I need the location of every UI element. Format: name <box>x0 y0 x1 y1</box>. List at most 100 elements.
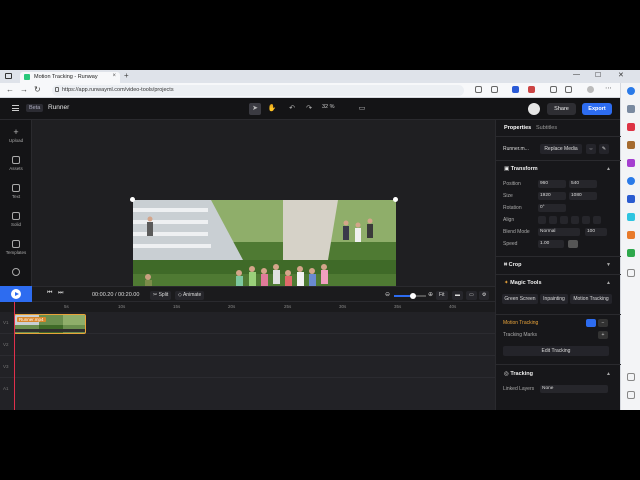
play-button[interactable] <box>0 286 32 302</box>
resize-handle-tl[interactable] <box>130 197 135 202</box>
add-tracking-mark-icon[interactable]: + <box>598 331 608 339</box>
video-clip[interactable]: Runner.mp4 <box>14 314 86 334</box>
minimize-button[interactable]: — <box>573 71 580 78</box>
shopping-icon[interactable] <box>627 123 635 131</box>
export-button[interactable]: Export <box>582 103 612 115</box>
tab-properties[interactable]: Properties <box>504 125 531 131</box>
align-middle-icon[interactable] <box>582 216 590 224</box>
back-icon[interactable]: ← <box>6 85 14 94</box>
browser-tab[interactable]: Motion Tracking - Runway × <box>20 72 120 83</box>
skip-back-icon[interactable]: ⏮ <box>47 290 52 297</box>
window-menu-icon[interactable] <box>5 73 12 79</box>
linked-layers-select[interactable]: None <box>540 385 608 393</box>
extension-icon[interactable] <box>512 86 519 93</box>
tracking-title[interactable]: ◎ Tracking <box>504 371 533 377</box>
edit-media-icon[interactable]: ✎ <box>599 144 609 154</box>
rotation-input[interactable]: 0° <box>538 204 566 212</box>
close-window-button[interactable]: ✕ <box>618 71 624 79</box>
address-bar[interactable]: https://app.runwayml.com/video-tools/pro… <box>52 85 464 96</box>
select-tool-icon[interactable]: ➤ <box>249 103 261 115</box>
blend-mode-select[interactable]: Normal <box>538 228 580 236</box>
motion-tracking-remove-icon[interactable]: − <box>598 319 608 327</box>
align-left-icon[interactable] <box>538 216 546 224</box>
track-row[interactable]: V2 <box>0 334 495 356</box>
split-button[interactable]: ✂ Split <box>150 291 172 300</box>
redo-icon[interactable]: ↷ <box>303 103 315 115</box>
position-y-input[interactable]: 540 <box>569 180 597 188</box>
magic-tools-collapse-icon[interactable]: ▲ <box>606 280 611 286</box>
extension-2-icon[interactable] <box>528 86 535 93</box>
crop-title[interactable]: ⌗ Crop <box>504 262 521 269</box>
project-name[interactable]: Runner <box>48 104 69 111</box>
crop-expand-icon[interactable]: ▼ <box>606 262 611 268</box>
rail-text[interactable]: Text <box>0 184 32 199</box>
tracking-collapse-icon[interactable]: ▲ <box>606 371 611 377</box>
games-icon[interactable] <box>627 159 635 167</box>
rail-assets[interactable]: Assets <box>0 156 32 171</box>
rail-upload[interactable]: + Upload <box>0 128 32 144</box>
tree-icon[interactable] <box>627 249 635 257</box>
align-right-icon[interactable] <box>560 216 568 224</box>
shopping-bag-icon[interactable] <box>627 231 635 239</box>
rail-templates[interactable]: Templates <box>0 240 32 255</box>
timeline-option-2-icon[interactable]: ▭ <box>466 291 477 300</box>
edit-tracking-button[interactable]: Edit Tracking <box>503 346 609 356</box>
opacity-input[interactable]: 100 <box>585 228 607 236</box>
skip-forward-icon[interactable]: ⏭ <box>58 290 63 297</box>
profile-avatar[interactable] <box>587 86 594 93</box>
menu-icon[interactable] <box>12 105 19 111</box>
tab-close-icon[interactable]: × <box>112 73 116 79</box>
transform-collapse-icon[interactable]: ▲ <box>606 166 611 172</box>
favorites-icon[interactable] <box>550 86 557 93</box>
replace-media-button[interactable]: Replace Media <box>540 144 582 154</box>
refresh-icon[interactable]: ↻ <box>34 85 41 94</box>
fit-button[interactable]: Fit <box>436 291 448 300</box>
zoom-slider-thumb[interactable] <box>410 293 416 299</box>
transform-title[interactable]: ▣ Transform <box>504 166 538 172</box>
drop-icon[interactable] <box>627 213 635 221</box>
timeline-settings-icon[interactable]: ⚙ <box>479 291 490 300</box>
account-avatar[interactable] <box>528 103 540 115</box>
undo-icon[interactable]: ↶ <box>286 103 298 115</box>
new-tab-button[interactable]: + <box>124 71 129 80</box>
magic-tools-title[interactable]: ✦ Magic Tools <box>504 280 542 286</box>
zoom-out-icon[interactable]: ⊖ <box>385 291 390 298</box>
rail-help[interactable] <box>0 268 32 276</box>
timeline-zoom-slider[interactable] <box>394 293 426 299</box>
maximize-button[interactable]: ☐ <box>595 71 601 79</box>
sidebar-settings-icon[interactable] <box>627 391 635 399</box>
forward-icon[interactable]: → <box>20 85 28 94</box>
playhead[interactable] <box>14 302 15 410</box>
speed-input[interactable]: 1.00 <box>538 240 564 248</box>
track-row[interactable]: A1 <box>0 378 495 400</box>
align-top-icon[interactable] <box>571 216 579 224</box>
rail-solid[interactable]: Solid <box>0 212 32 227</box>
align-center-icon[interactable] <box>549 216 557 224</box>
green-screen-button[interactable]: Green Screen <box>502 294 538 304</box>
motion-tracking-button[interactable]: Motion Tracking <box>570 294 612 304</box>
search-icon[interactable] <box>627 105 635 113</box>
share-button[interactable]: Share <box>547 103 576 115</box>
link-icon[interactable]: ⇔ <box>586 144 596 154</box>
timeline-ruler[interactable]: 5s 10s 15s 20s 25s 30s 35s 40s <box>0 302 495 312</box>
motion-tracking-toggle[interactable] <box>586 319 596 327</box>
aspect-ratio-icon[interactable]: ▭ <box>356 103 368 115</box>
size-width-input[interactable]: 1920 <box>538 192 566 200</box>
tools-icon[interactable] <box>627 141 635 149</box>
resize-handle-tr[interactable] <box>393 197 398 202</box>
copilot-icon[interactable] <box>627 87 635 95</box>
more-icon[interactable]: ⋯ <box>605 84 612 92</box>
zoom-in-icon[interactable]: ⊕ <box>428 291 433 298</box>
tab-subtitles[interactable]: Subtitles <box>536 125 557 131</box>
inpainting-button[interactable]: Inpainting <box>540 294 568 304</box>
align-bottom-icon[interactable] <box>593 216 601 224</box>
zoom-level[interactable]: 32 % <box>322 104 352 110</box>
split-screen-icon[interactable] <box>627 373 635 381</box>
position-x-input[interactable]: 960 <box>538 180 566 188</box>
favorite-icon[interactable] <box>491 86 498 93</box>
speed-slider[interactable] <box>568 240 578 248</box>
read-aloud-icon[interactable] <box>475 86 482 93</box>
collections-icon[interactable] <box>565 86 572 93</box>
track-row[interactable]: V3 <box>0 356 495 378</box>
track-row[interactable]: V1 Runner.mp4 <box>0 312 495 334</box>
